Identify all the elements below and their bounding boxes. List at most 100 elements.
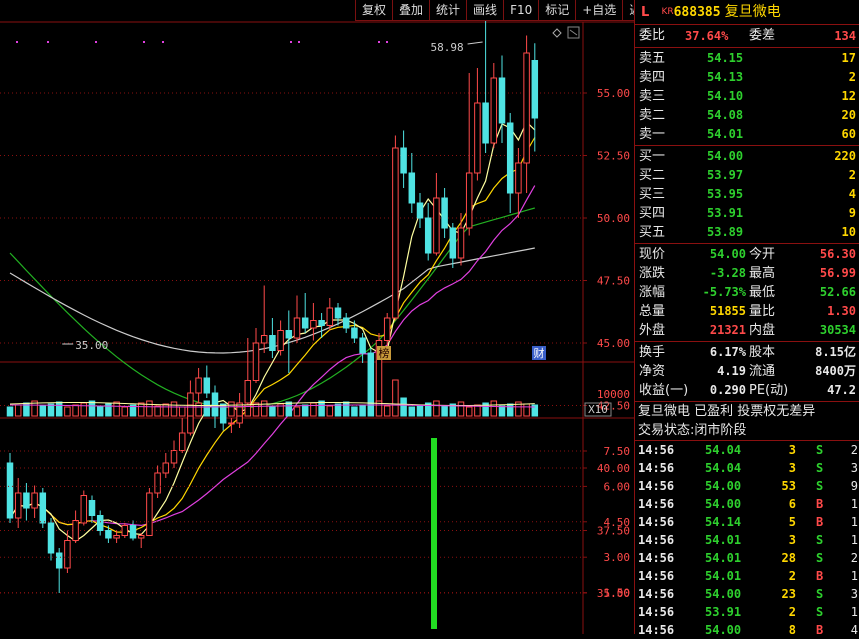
candle-body (72, 520, 79, 541)
stock-info: 复旦微电 已盈利 投票权无差异 交易状态:闭市阶段 (635, 402, 859, 441)
sell-level-row[interactable]: 卖三 54.10 12 (635, 87, 859, 106)
sell-order-book: 卖五 54.15 17 卖四 54.13 2 卖三 54.10 12 卖二 54… (635, 48, 859, 146)
volume-bar (383, 405, 391, 417)
volume-bar (490, 400, 498, 417)
tick-volume: 3 (788, 443, 796, 457)
quote-label: 今开 (749, 247, 776, 262)
fundamental-label: 股本 (749, 345, 776, 360)
tick-count: 2 (850, 443, 858, 457)
buy-level-row[interactable]: 买五 53.89 10 (635, 223, 859, 242)
toolbar-mark-button[interactable]: 标记 (538, 0, 577, 21)
candle-body (474, 102, 481, 174)
fundamentals: 换手 6.17% 股本 8.15亿 净资 4.19 流通 8400万 收益(一)… (635, 342, 859, 402)
signal-dot (298, 41, 300, 43)
book-volume: 2 (848, 168, 856, 182)
signal-dot (16, 41, 18, 43)
tick-time: 14:56 (638, 623, 675, 637)
tick-row: 14:56 53.91 2 S 1 (635, 603, 859, 621)
tick-row: 14:56 54.14 5 B 1 (635, 513, 859, 531)
quote-row: 总量 51855 量比 1.30 (635, 302, 859, 321)
quote-value: 1.30 (827, 304, 856, 318)
fundamental-label: 收益(一) (639, 383, 689, 398)
quote-row: 外盘 21321 内盘 30534 (635, 321, 859, 340)
volume-bar (113, 401, 120, 417)
volume-bar (154, 405, 161, 417)
tick-count: 2 (850, 551, 858, 565)
volume-bar (392, 379, 399, 417)
quote-label: 最低 (749, 285, 776, 300)
volume-bar (121, 406, 129, 417)
toolbar-draw-button[interactable]: 画线 (466, 0, 505, 21)
tick-volume: 23 (781, 587, 796, 601)
sell-level-row[interactable]: 卖二 54.08 20 (635, 106, 859, 125)
book-volume: 60 (841, 127, 856, 141)
toolbar-add-watchlist-button[interactable]: +自选 (575, 0, 624, 21)
price-axis-label: 52.50 (597, 150, 630, 163)
tick-count: 4 (850, 623, 858, 637)
book-volume: 2 (848, 70, 856, 84)
tick-side: S (816, 533, 824, 547)
tick-time: 14:56 (638, 461, 675, 475)
volume-bar (400, 397, 407, 417)
sell-level-row[interactable]: 卖五 54.15 17 (635, 49, 859, 68)
sell-level-row[interactable]: 卖一 54.01 60 (635, 125, 859, 144)
volume-bar (203, 400, 211, 417)
layout-toggle-icon (569, 29, 578, 36)
volume-bar (351, 406, 358, 417)
quote-value: -3.28 (709, 266, 746, 280)
kr-badge: KR (661, 7, 674, 17)
candle-body (301, 317, 309, 329)
candle-body (129, 525, 137, 539)
quote-value: 54.00 (709, 247, 746, 261)
fundamental-label: 换手 (639, 345, 666, 360)
tick-count: 9 (850, 479, 858, 493)
diamond-icon (552, 28, 562, 38)
tick-row: 14:56 54.01 28 S 2 (635, 549, 859, 567)
toolbar-overlay-button[interactable]: 叠加 (392, 0, 431, 21)
buy-level-row[interactable]: 买四 53.91 9 (635, 204, 859, 223)
volume-bar (162, 403, 170, 417)
fundamental-row: 收益(一) 0.290 PE(动) 47.2 (635, 381, 859, 400)
tick-row: 14:56 54.00 8 B 4 (635, 621, 859, 639)
volume-bar (137, 402, 145, 417)
buy-level-row[interactable]: 买一 54.00 220 (635, 147, 859, 166)
candle-body (408, 172, 416, 204)
quote-label: 现价 (639, 247, 666, 262)
book-label: 卖一 (639, 127, 666, 142)
quote-label: 涨跌 (639, 266, 666, 281)
price-axis-label: 50.00 (597, 212, 630, 225)
stock-chart[interactable]: 55.0052.5050.0047.5045.0042.5040.0037.50… (0, 0, 634, 634)
candle-body (465, 172, 473, 229)
candle-body (260, 335, 268, 344)
tick-row: 14:56 54.00 6 B 1 (635, 495, 859, 513)
tick-time: 14:56 (638, 569, 675, 583)
tick-time: 14:56 (638, 515, 675, 529)
tick-row: 14:56 54.01 3 S 1 (635, 531, 859, 549)
sell-level-row[interactable]: 卖四 54.13 2 (635, 68, 859, 87)
candle-body (392, 147, 399, 319)
signal-dot (143, 41, 145, 43)
toolbar-fuquan-button[interactable]: 复权 (355, 0, 394, 21)
book-price: 54.13 (707, 70, 744, 84)
volume-bar (326, 405, 334, 417)
tick-count: 1 (850, 497, 858, 511)
candle-body (318, 320, 325, 326)
tick-side: S (816, 479, 824, 493)
volume-bar (47, 403, 55, 417)
volume-bar (170, 401, 178, 417)
tick-row: 14:56 54.01 2 B 1 (635, 567, 859, 585)
fundamental-label: PE(动) (749, 383, 789, 398)
buy-level-row[interactable]: 买三 53.95 4 (635, 185, 859, 204)
volume-bar (39, 405, 47, 417)
fundamental-row: 净资 4.19 流通 8400万 (635, 362, 859, 381)
tick-count: 3 (850, 461, 858, 475)
price-axis-label: 55.00 (597, 87, 630, 100)
quote-label: 外盘 (639, 323, 666, 338)
toolbar-stats-button[interactable]: 统计 (429, 0, 468, 21)
buy-level-row[interactable]: 买二 53.97 2 (635, 166, 859, 185)
price-axis-label: 45.00 (597, 337, 630, 350)
indicator-bar (431, 438, 437, 629)
toolbar-f10-button[interactable]: F10 (503, 0, 540, 21)
book-label: 卖五 (639, 51, 666, 66)
candle-body (531, 60, 539, 119)
